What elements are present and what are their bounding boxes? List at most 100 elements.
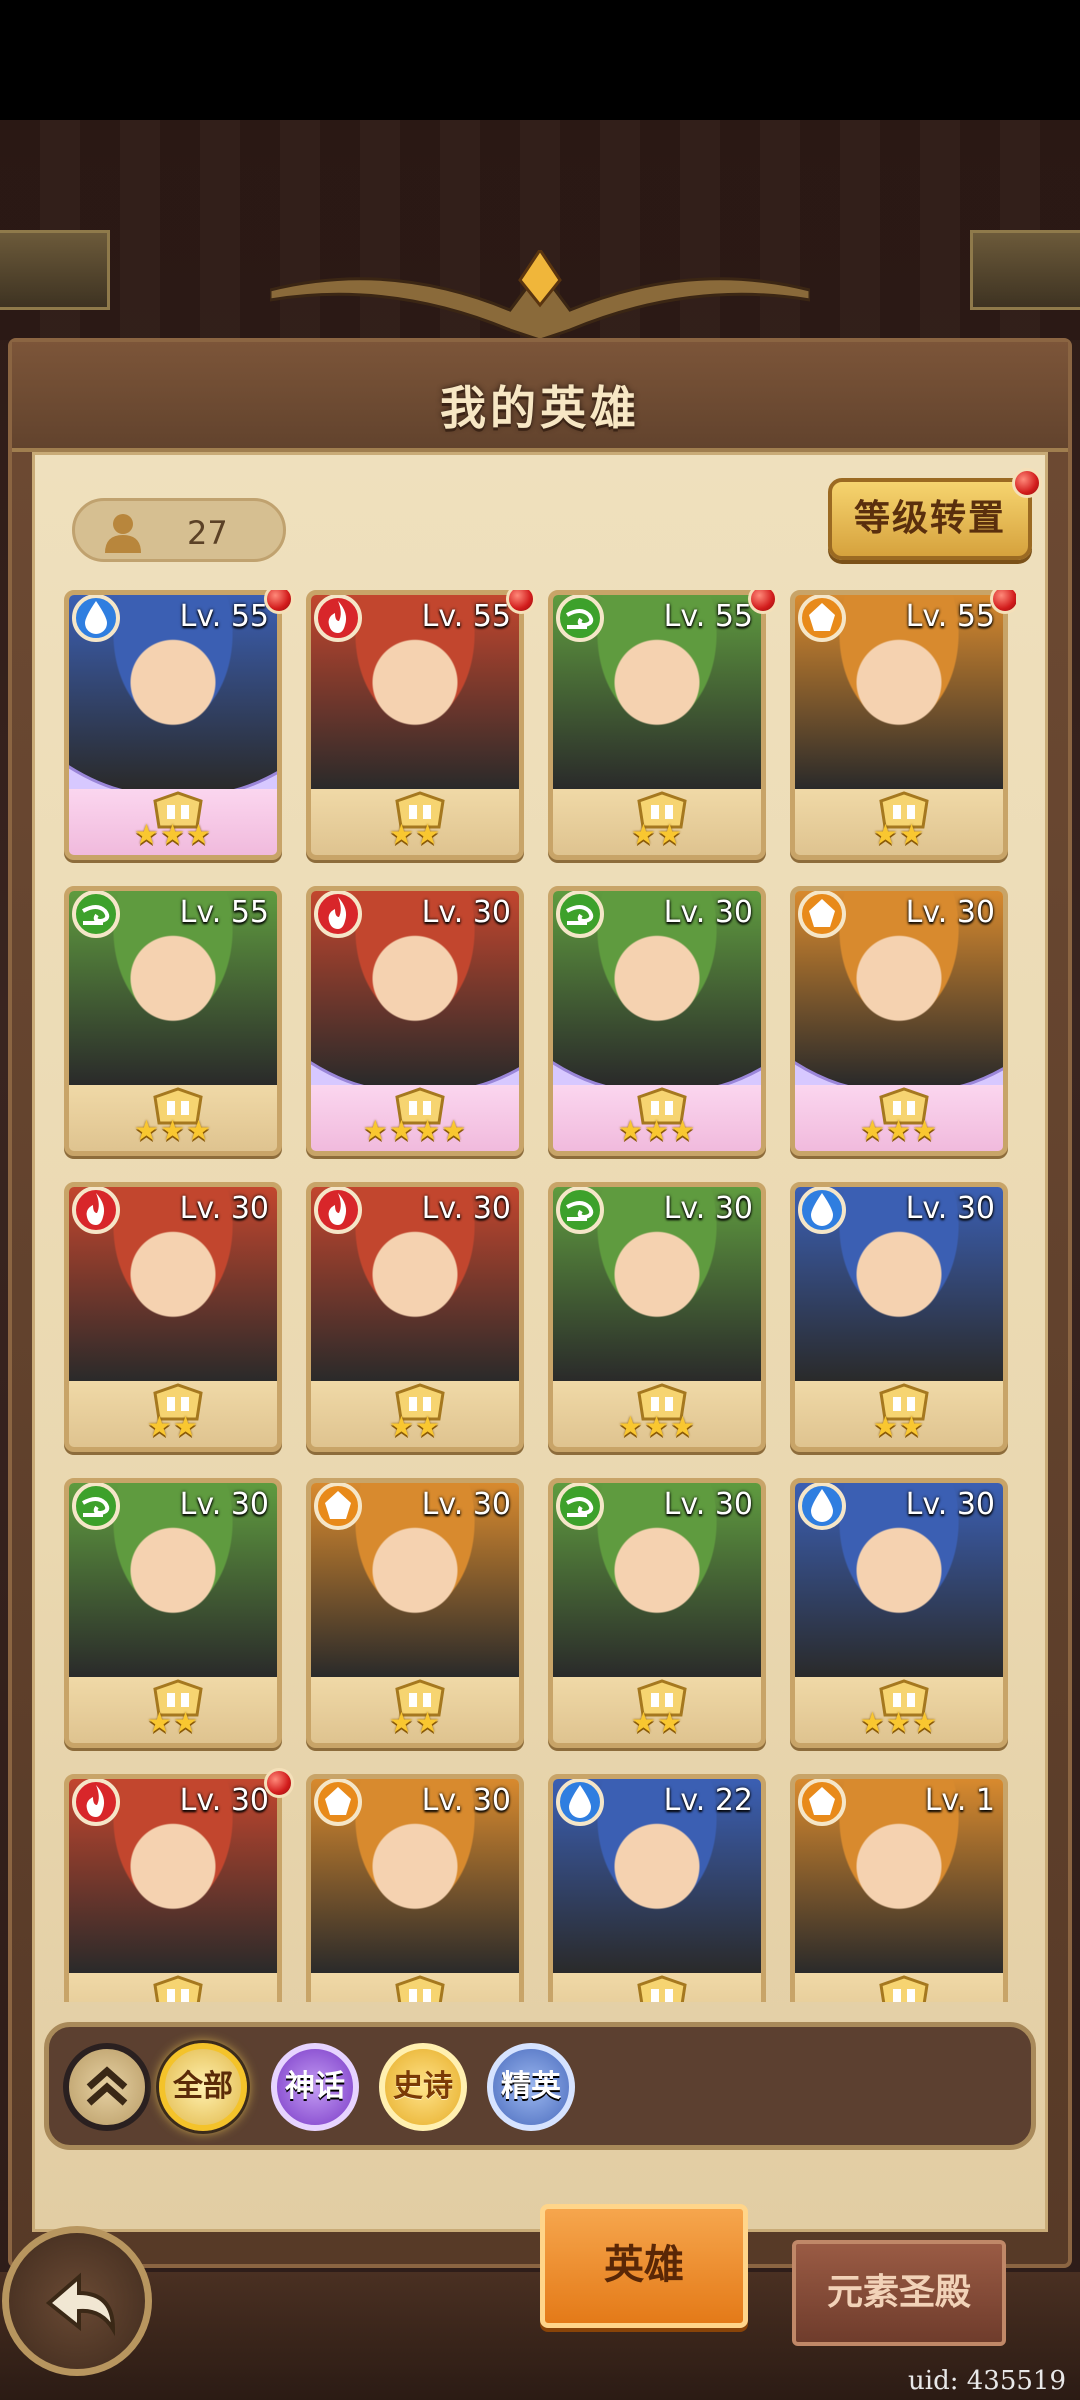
hero-card[interactable]: Lv. 30 ★★ bbox=[306, 1478, 524, 1748]
crest-ornament-icon bbox=[270, 250, 810, 340]
hero-stars: ★★ bbox=[630, 1706, 684, 1739]
hero-stars: ★★★ bbox=[617, 1410, 697, 1443]
hero-level: Lv. 1 bbox=[924, 1783, 995, 1818]
double-chevron-up-icon bbox=[86, 2066, 128, 2106]
earth-element-icon bbox=[314, 1779, 362, 1826]
left-pillar-decor bbox=[0, 230, 110, 310]
hero-card[interactable]: Lv. 55 ★★ bbox=[790, 590, 1008, 860]
rarity-crest-icon bbox=[637, 1975, 687, 2002]
hero-stars: ★★ bbox=[872, 818, 926, 851]
level-reset-button[interactable]: 等级转置 bbox=[828, 468, 1042, 560]
tab-hero[interactable]: 英雄 bbox=[540, 2204, 748, 2328]
hero-stars: ★★★★ bbox=[362, 1114, 468, 1147]
hero-level: Lv. 22 bbox=[663, 1783, 753, 1818]
hero-stars: ★★★ bbox=[617, 1114, 697, 1147]
tab-hero-label: 英雄 bbox=[604, 2242, 684, 2288]
hero-card[interactable]: Lv. 30 ★★ bbox=[64, 1478, 282, 1748]
hero-stars: ★★ bbox=[872, 1410, 926, 1443]
hero-card[interactable]: Lv. 55 ★★★ bbox=[64, 590, 282, 860]
wind-element-icon bbox=[72, 1483, 120, 1530]
person-icon bbox=[105, 514, 141, 553]
hero-level: Lv. 30 bbox=[421, 895, 511, 930]
hero-level: Lv. 30 bbox=[179, 1487, 269, 1522]
earth-element-icon bbox=[798, 1779, 846, 1826]
hero-level: Lv. 55 bbox=[179, 599, 269, 634]
hero-count-value: 27 bbox=[187, 514, 228, 552]
tab-temple-label: 元素圣殿 bbox=[826, 2272, 971, 2313]
fire-element-icon bbox=[72, 1187, 120, 1234]
hero-level: Lv. 30 bbox=[663, 1487, 753, 1522]
water-element-icon bbox=[798, 1483, 846, 1530]
hero-stars: ★★ bbox=[388, 1410, 442, 1443]
hero-stars: ★★★ bbox=[859, 1706, 939, 1739]
wind-element-icon bbox=[556, 595, 604, 642]
filter-elite-label: 精英 bbox=[501, 2069, 561, 2104]
filter-all-button[interactable]: 全部 bbox=[159, 2043, 247, 2131]
hero-stars: ★★ bbox=[388, 1706, 442, 1739]
status-bar-area bbox=[0, 0, 1080, 120]
hero-level: Lv. 30 bbox=[905, 1191, 995, 1226]
hero-stars: ★★ bbox=[146, 1706, 200, 1739]
hero-level: Lv. 55 bbox=[663, 599, 753, 634]
hero-stars: ★★★ bbox=[133, 818, 213, 851]
hero-level: Lv. 30 bbox=[179, 1191, 269, 1226]
page-title: 我的英雄 bbox=[440, 381, 640, 435]
filter-myth-button[interactable]: 神话 bbox=[271, 2043, 359, 2131]
back-arrow-icon bbox=[45, 2272, 116, 2337]
hero-stars: ★★ bbox=[630, 818, 684, 851]
hero-level: Lv. 30 bbox=[663, 1191, 753, 1226]
hero-card[interactable]: Lv. 30 ★★ bbox=[548, 1478, 766, 1748]
filter-elite-button[interactable]: 精英 bbox=[487, 2043, 575, 2131]
filter-epic-label: 史诗 bbox=[393, 2069, 453, 2104]
hero-card[interactable]: Lv. 30 ★★★★ bbox=[306, 886, 524, 1156]
hero-card[interactable]: Lv. 30 ★★★ bbox=[790, 886, 1008, 1156]
water-element-icon bbox=[798, 1187, 846, 1234]
panel-title-bar: 我的英雄 bbox=[12, 342, 1068, 452]
level-reset-label: 等级转置 bbox=[853, 498, 1006, 539]
hero-stars: ★★ bbox=[146, 1410, 200, 1443]
hero-card[interactable]: Lv. 30 ★★ bbox=[306, 1182, 524, 1452]
wind-element-icon bbox=[556, 1187, 604, 1234]
wind-element-icon bbox=[556, 891, 604, 938]
hero-card[interactable]: Lv. 30 bbox=[64, 1774, 282, 2002]
filter-all-label: 全部 bbox=[173, 2069, 233, 2104]
tab-element-temple[interactable]: 元素圣殿 bbox=[792, 2240, 1006, 2346]
notification-dot bbox=[506, 590, 536, 614]
hero-card[interactable]: Lv. 1 bbox=[790, 1774, 1008, 2002]
hero-card[interactable]: Lv. 30 ★★ bbox=[790, 1182, 1008, 1452]
fire-element-icon bbox=[314, 595, 362, 642]
hero-grid[interactable]: Lv. 55 ★★★ Lv. 55 ★★ Lv. 55 ★★ Lv. 55 ★★ Lv. 55 ★… bbox=[64, 590, 1016, 2002]
hero-card[interactable]: Lv. 55 ★★ bbox=[548, 590, 766, 860]
hero-card[interactable]: Lv. 22 bbox=[548, 1774, 766, 2002]
hero-level: Lv. 30 bbox=[421, 1487, 511, 1522]
filter-myth-label: 神话 bbox=[285, 2069, 345, 2104]
earth-element-icon bbox=[314, 1483, 362, 1530]
collapse-button[interactable] bbox=[63, 2043, 151, 2131]
hero-card[interactable]: Lv. 30 ★★★ bbox=[548, 1182, 766, 1452]
hero-stars: ★★★ bbox=[133, 1114, 213, 1147]
water-element-icon bbox=[72, 595, 120, 642]
notification-dot bbox=[748, 590, 778, 614]
hero-card[interactable]: Lv. 55 ★★★ bbox=[64, 886, 282, 1156]
hero-level: Lv. 30 bbox=[905, 1487, 995, 1522]
hero-level: Lv. 30 bbox=[663, 895, 753, 930]
right-pillar-decor bbox=[970, 230, 1080, 310]
fire-element-icon bbox=[314, 1187, 362, 1234]
hero-card[interactable]: Lv. 30 ★★★ bbox=[790, 1478, 1008, 1748]
hero-level: Lv. 30 bbox=[421, 1783, 511, 1818]
notification-dot bbox=[264, 1768, 294, 1798]
fire-element-icon bbox=[72, 1779, 120, 1826]
rarity-crest-icon bbox=[879, 1975, 929, 2002]
fire-element-icon bbox=[314, 891, 362, 938]
back-button[interactable] bbox=[2, 2226, 152, 2376]
filter-bar: 全部 神话 史诗 精英 bbox=[44, 2022, 1036, 2150]
hero-level: Lv. 55 bbox=[179, 895, 269, 930]
hero-card[interactable]: Lv. 30 ★★ bbox=[64, 1182, 282, 1452]
earth-element-icon bbox=[798, 595, 846, 642]
filter-epic-button[interactable]: 史诗 bbox=[379, 2043, 467, 2131]
hero-level: Lv. 30 bbox=[905, 895, 995, 930]
earth-element-icon bbox=[798, 891, 846, 938]
hero-card[interactable]: Lv. 55 ★★ bbox=[306, 590, 524, 860]
hero-card[interactable]: Lv. 30 bbox=[306, 1774, 524, 2002]
hero-card[interactable]: Lv. 30 ★★★ bbox=[548, 886, 766, 1156]
